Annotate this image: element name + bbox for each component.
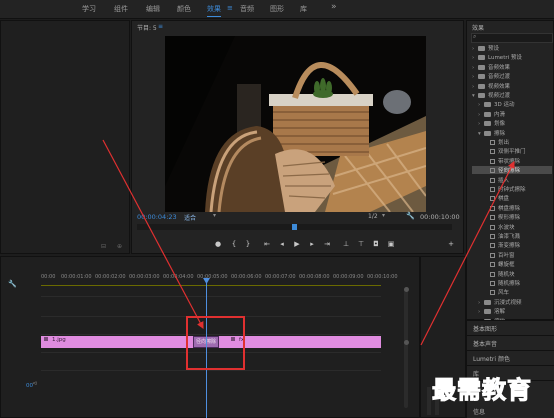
watermark-logo: 最需教育 <box>432 375 532 405</box>
annotation-arrows <box>102 139 515 346</box>
annotation-arrow-to-transition <box>102 139 204 330</box>
annotation-arrow-to-effect <box>420 160 515 346</box>
